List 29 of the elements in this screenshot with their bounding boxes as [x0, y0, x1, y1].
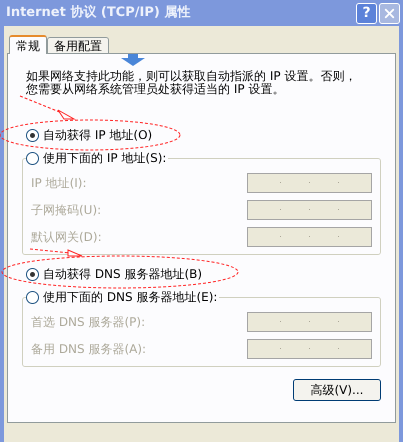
radio-label: 使用下面的 IP 地址(S):	[43, 150, 166, 167]
pointer-arrow	[20, 96, 76, 120]
tab[interactable]: 常规	[9, 35, 47, 54]
field-label: 备用 DNS 服务器(A):	[31, 340, 146, 358]
radio-button[interactable]	[26, 152, 39, 164]
ip-address-field[interactable]	[247, 226, 372, 246]
advanced-button[interactable]: 高级(V)...	[293, 379, 381, 401]
ip-address-field[interactable]	[247, 172, 372, 192]
tab[interactable]: 备用配置	[47, 37, 109, 53]
field-label: 首选 DNS 服务器(P):	[31, 314, 146, 330]
window-title: Internet 协议 (TCP/IP) 属性	[6, 4, 190, 22]
description-text: 如果网络支持此功能，则可以获取自动指派的 IP 设置。否则，	[26, 70, 358, 83]
help-button[interactable]: ?	[356, 2, 377, 24]
field-label: IP 地址(I):	[31, 174, 87, 192]
radio-button[interactable]	[26, 268, 39, 280]
radio-label: 自动获得 DNS 服务器地址(B)	[43, 266, 202, 283]
down-arrow-icon	[121, 54, 145, 66]
close-button[interactable]	[379, 2, 400, 24]
radio-label: 使用下面的 DNS 服务器地址(E):	[43, 289, 218, 306]
ip-address-field[interactable]	[247, 338, 372, 358]
radio-button[interactable]	[26, 128, 39, 142]
ip-address-field[interactable]	[247, 312, 372, 332]
pointer-arrow	[30, 248, 82, 256]
field-label: 子网掩码(U):	[31, 202, 102, 218]
radio-button[interactable]	[26, 290, 39, 304]
radio-label: 自动获得 IP 地址(O)	[43, 127, 152, 144]
ip-address-field[interactable]	[247, 200, 372, 220]
field-label: 默认网关(D):	[31, 228, 102, 246]
description-text: 您需要从网络系统管理员处获得适当的 IP 设置。	[26, 83, 286, 96]
